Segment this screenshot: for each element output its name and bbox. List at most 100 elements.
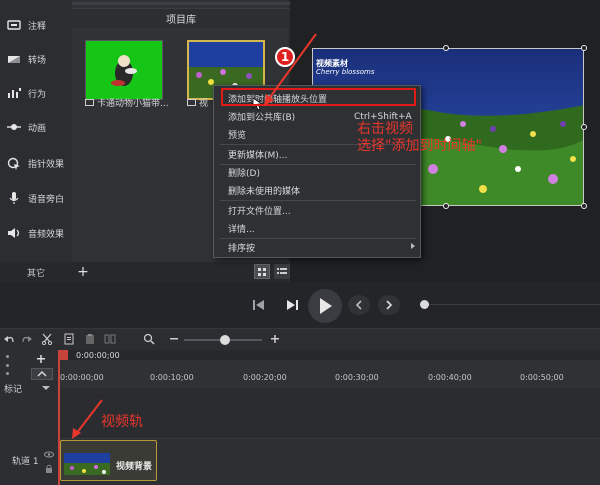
collapse-tracks-button[interactable] bbox=[31, 368, 53, 380]
film-icon bbox=[85, 98, 94, 106]
resize-handle[interactable] bbox=[581, 124, 587, 130]
previous-marker-button[interactable] bbox=[348, 295, 370, 315]
add-track-button[interactable] bbox=[33, 352, 49, 366]
sidebar-item-label: 指针效果 bbox=[28, 159, 65, 170]
sidebar-item-label: 动画 bbox=[28, 123, 47, 134]
film-icon bbox=[187, 98, 196, 106]
video-track-annotation: 视频轨 bbox=[101, 414, 143, 430]
list-view-icon bbox=[277, 268, 287, 274]
search-icon bbox=[143, 333, 155, 345]
sidebar-item-annotations[interactable]: 注释 bbox=[0, 8, 72, 42]
resize-handle[interactable] bbox=[581, 203, 587, 209]
menu-item-open-file-location[interactable]: 打开文件位置... bbox=[228, 202, 291, 219]
media-item-label-video: 视 bbox=[187, 95, 213, 109]
menu-item-sort-by[interactable]: 排序按 bbox=[228, 239, 255, 256]
clip-thumbnail-image bbox=[64, 453, 110, 475]
instruction-text-2: 选择"添加到时间轴" bbox=[357, 138, 482, 154]
bin-tab-strip bbox=[72, 2, 290, 5]
annotation-arrow bbox=[264, 33, 317, 106]
clip-label: 视频背景 bbox=[116, 462, 153, 472]
resize-handle[interactable] bbox=[581, 45, 587, 51]
menu-item-details[interactable]: 详情... bbox=[228, 220, 255, 237]
time-readout-bar bbox=[60, 350, 600, 360]
playback-scrubber-track[interactable] bbox=[429, 304, 600, 305]
split-icon bbox=[104, 334, 116, 344]
playhead-marker[interactable] bbox=[60, 350, 68, 360]
sidebar-item-behaviors[interactable]: 行为 bbox=[0, 76, 72, 110]
step-back-icon bbox=[253, 300, 264, 310]
track-1-label: 轨道 1 bbox=[12, 457, 39, 467]
sidebar-item-cursor-effects[interactable]: 指针效果 bbox=[0, 146, 72, 180]
grid-view-button[interactable] bbox=[254, 264, 270, 279]
grid-view-icon bbox=[258, 268, 266, 276]
menu-item-update-media[interactable]: 更新媒体(M)... bbox=[228, 146, 287, 163]
submenu-arrow-icon bbox=[411, 243, 415, 249]
ruler-tick-label: 0:00:20;00 bbox=[243, 373, 287, 382]
sidebar-item-transitions[interactable]: 转场 bbox=[0, 42, 72, 76]
zoom-in-button[interactable] bbox=[268, 332, 282, 346]
sidebar-item-audio-effects[interactable]: 音频效果 bbox=[0, 216, 72, 250]
menu-item-delete-unused[interactable]: 删除未使用的媒体 bbox=[228, 182, 300, 199]
previous-frame-button[interactable] bbox=[248, 296, 270, 314]
animation-icon bbox=[6, 121, 22, 133]
playback-scrubber-handle[interactable] bbox=[420, 300, 429, 309]
ruler-tick-label: 0:00:50;00 bbox=[520, 373, 564, 382]
add-button[interactable]: + bbox=[72, 262, 94, 282]
annotation-icon bbox=[6, 19, 22, 31]
menu-item-preview[interactable]: 预览 bbox=[228, 126, 246, 143]
sidebar-item-label: 行为 bbox=[28, 89, 47, 100]
zoom-search-button[interactable] bbox=[142, 332, 156, 346]
resize-handle[interactable] bbox=[443, 45, 449, 51]
resize-handle[interactable] bbox=[443, 203, 449, 209]
media-item-label-cat: 卡通动物小猫带... bbox=[85, 95, 175, 109]
playhead-line[interactable] bbox=[58, 350, 60, 485]
scissors-icon bbox=[41, 333, 53, 345]
menu-item-delete[interactable]: 删除(D) bbox=[228, 164, 260, 181]
ruler-tick-label: 0:00:40;00 bbox=[428, 373, 472, 382]
list-view-button[interactable] bbox=[274, 264, 290, 279]
sidebar-item-label: 语音旁白 bbox=[28, 194, 65, 205]
menu-separator bbox=[220, 200, 416, 201]
step-forward-icon bbox=[287, 300, 298, 310]
undo-icon bbox=[4, 335, 14, 342]
media-bin-title: 项目库 bbox=[72, 8, 290, 28]
next-marker-button[interactable] bbox=[378, 295, 400, 315]
chevron-up-icon bbox=[37, 371, 47, 377]
ruler-tick-label: 0:00:30;00 bbox=[335, 373, 379, 382]
sidebar-item-animations[interactable]: 动画 bbox=[0, 110, 72, 144]
split-button[interactable] bbox=[103, 332, 117, 346]
chevron-right-icon bbox=[386, 300, 393, 310]
cut-button[interactable] bbox=[40, 332, 54, 346]
paste-button[interactable] bbox=[83, 332, 97, 346]
copy-icon bbox=[64, 333, 74, 345]
media-thumbnail-cat[interactable] bbox=[85, 40, 163, 100]
minus-icon bbox=[170, 338, 178, 340]
context-menu: 添加到时间轴播放头位置 添加到公共库(B) Ctrl+Shift+A 预览 更新… bbox=[213, 85, 421, 258]
zoom-slider-handle[interactable] bbox=[220, 335, 230, 345]
tools-sidebar: 注释 转场 行为 动画 指针效果 语音旁白 音频效果 bbox=[0, 0, 72, 262]
cat-character-image bbox=[111, 55, 137, 86]
annotation-arrow bbox=[72, 399, 103, 439]
preview-overlay-subtitle: Cherry blossoms bbox=[316, 68, 375, 76]
ruler-tick-label: 0:00:00;00 bbox=[60, 373, 104, 382]
sidebar-item-label: 注释 bbox=[28, 21, 47, 32]
copy-button[interactable] bbox=[62, 332, 76, 346]
marker-track-label: 标记 bbox=[4, 385, 23, 395]
microphone-icon bbox=[6, 192, 22, 204]
sidebar-more-button[interactable]: 其它 bbox=[0, 262, 72, 282]
play-button[interactable] bbox=[308, 289, 342, 323]
redo-button[interactable] bbox=[20, 332, 34, 346]
next-frame-button[interactable] bbox=[281, 296, 303, 314]
zoom-out-button[interactable] bbox=[167, 332, 181, 346]
sidebar-item-voice-narration[interactable]: 语音旁白 bbox=[0, 181, 72, 215]
dropdown-arrow-icon[interactable] bbox=[42, 385, 50, 391]
chevron-left-icon bbox=[355, 300, 362, 310]
sidebar-item-label: 转场 bbox=[28, 55, 47, 66]
eye-icon[interactable] bbox=[44, 451, 54, 458]
redo-icon bbox=[22, 335, 32, 342]
plus-icon bbox=[37, 355, 45, 363]
ruler-tick-label: 0:00:10;00 bbox=[150, 373, 194, 382]
lock-icon[interactable] bbox=[45, 464, 53, 473]
video-clip[interactable]: 视频背景 bbox=[60, 440, 157, 481]
undo-button[interactable] bbox=[2, 332, 16, 346]
